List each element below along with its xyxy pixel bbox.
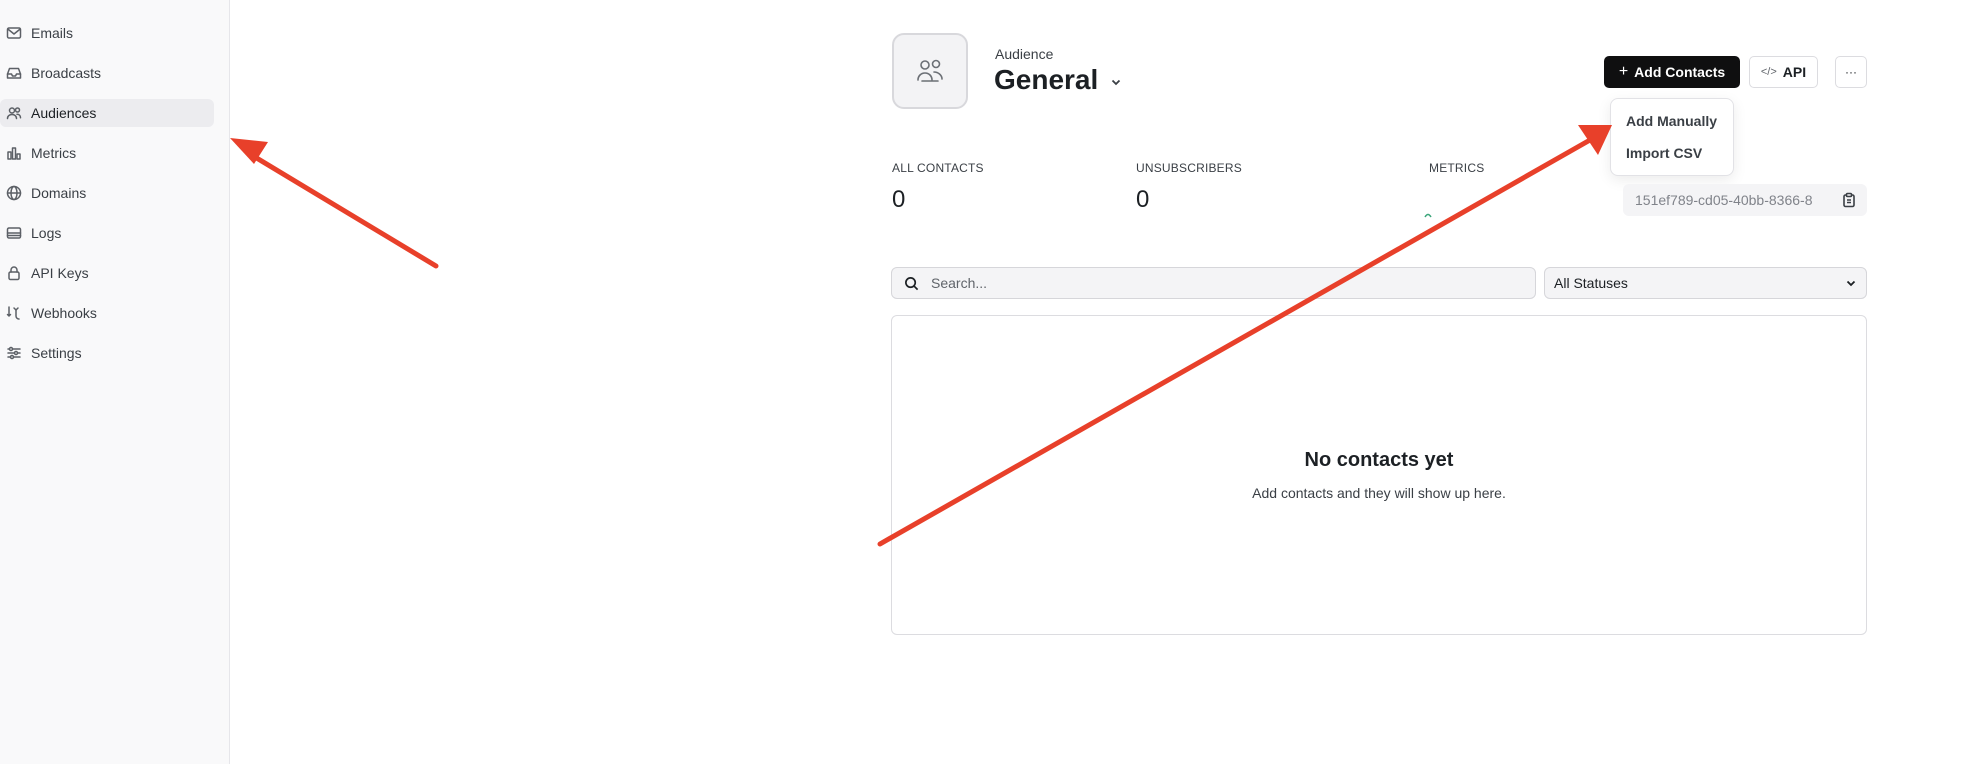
sidebar-item-label: Settings <box>31 345 82 361</box>
sidebar: Emails Broadcasts Audiences Metrics Doma… <box>0 0 230 764</box>
sidebar-item-logs[interactable]: Logs <box>0 219 214 247</box>
webhook-icon <box>6 305 22 321</box>
sidebar-item-label: API Keys <box>31 265 89 281</box>
chevron-down-icon[interactable] <box>1108 74 1124 90</box>
empty-state-subtitle: Add contacts and they will show up here. <box>1252 485 1506 501</box>
sidebar-item-settings[interactable]: Settings <box>0 339 214 367</box>
globe-icon <box>6 185 22 201</box>
menu-item-add-manually[interactable]: Add Manually <box>1626 113 1717 129</box>
unsubscribers-label: UNSUBSCRIBERS <box>1136 161 1242 175</box>
arrow-to-audiences <box>230 138 439 269</box>
sidebar-item-label: Audiences <box>31 105 97 121</box>
menu-item-import-csv[interactable]: Import CSV <box>1626 145 1702 161</box>
audience-avatar <box>892 33 968 109</box>
contacts-table-empty: No contacts yet Add contacts and they wi… <box>891 315 1867 635</box>
sidebar-item-webhooks[interactable]: Webhooks <box>0 299 214 327</box>
sidebar-item-emails[interactable]: Emails <box>0 19 214 47</box>
sidebar-item-label: Webhooks <box>31 305 97 321</box>
list-icon <box>6 225 22 241</box>
search-input[interactable] <box>929 274 1535 292</box>
metrics-label: METRICS <box>1429 161 1485 175</box>
api-button[interactable]: </> API <box>1749 56 1818 88</box>
add-contacts-button[interactable]: + Add Contacts <box>1604 56 1740 88</box>
mail-icon <box>6 25 22 41</box>
inbox-icon <box>6 65 22 81</box>
more-options-button[interactable]: ··· <box>1835 56 1867 88</box>
sidebar-item-label: Logs <box>31 225 62 241</box>
status-filter-select[interactable]: All Statuses <box>1544 267 1867 299</box>
clipboard-icon[interactable] <box>1841 192 1857 208</box>
lock-icon <box>6 265 22 281</box>
code-icon: </> <box>1760 66 1777 78</box>
page-eyebrow: Audience <box>995 46 1054 62</box>
add-contacts-dropdown: Add Manually Import CSV <box>1610 98 1734 176</box>
unsubscribers-value: 0 <box>1136 186 1150 213</box>
sidebar-item-audiences[interactable]: Audiences <box>0 99 214 127</box>
more-icon: ··· <box>1845 65 1857 79</box>
all-contacts-label: ALL CONTACTS <box>892 161 984 175</box>
sidebar-item-domains[interactable]: Domains <box>0 179 214 207</box>
users-icon <box>6 105 22 121</box>
sidebar-item-broadcasts[interactable]: Broadcasts <box>0 59 214 87</box>
sidebar-item-metrics[interactable]: Metrics <box>0 139 214 167</box>
search-bar <box>891 267 1536 299</box>
sidebar-item-api-keys[interactable]: API Keys <box>0 259 214 287</box>
plus-icon: + <box>1618 63 1629 80</box>
bar-chart-icon <box>6 145 22 161</box>
api-label: API <box>1782 64 1807 80</box>
chevron-down-icon <box>1844 276 1858 290</box>
empty-state-title: No contacts yet <box>1304 449 1454 471</box>
sliders-icon <box>6 345 22 361</box>
all-contacts-value: 0 <box>892 186 906 213</box>
sidebar-item-label: Broadcasts <box>31 65 102 81</box>
page-title: General <box>994 64 1099 95</box>
add-contacts-label: Add Contacts <box>1634 64 1726 80</box>
metrics-sparkline <box>1424 213 1432 218</box>
status-filter-value: All Statuses <box>1554 275 1628 291</box>
sidebar-item-label: Domains <box>31 185 87 201</box>
sidebar-item-label: Metrics <box>31 145 77 161</box>
audience-id-text: 151ef789-cd05-40bb-8366-8 <box>1635 192 1813 208</box>
sidebar-item-label: Emails <box>31 25 74 41</box>
audience-id-field[interactable]: 151ef789-cd05-40bb-8366-8 <box>1623 184 1867 216</box>
users-icon <box>917 59 943 82</box>
search-icon <box>905 276 919 290</box>
